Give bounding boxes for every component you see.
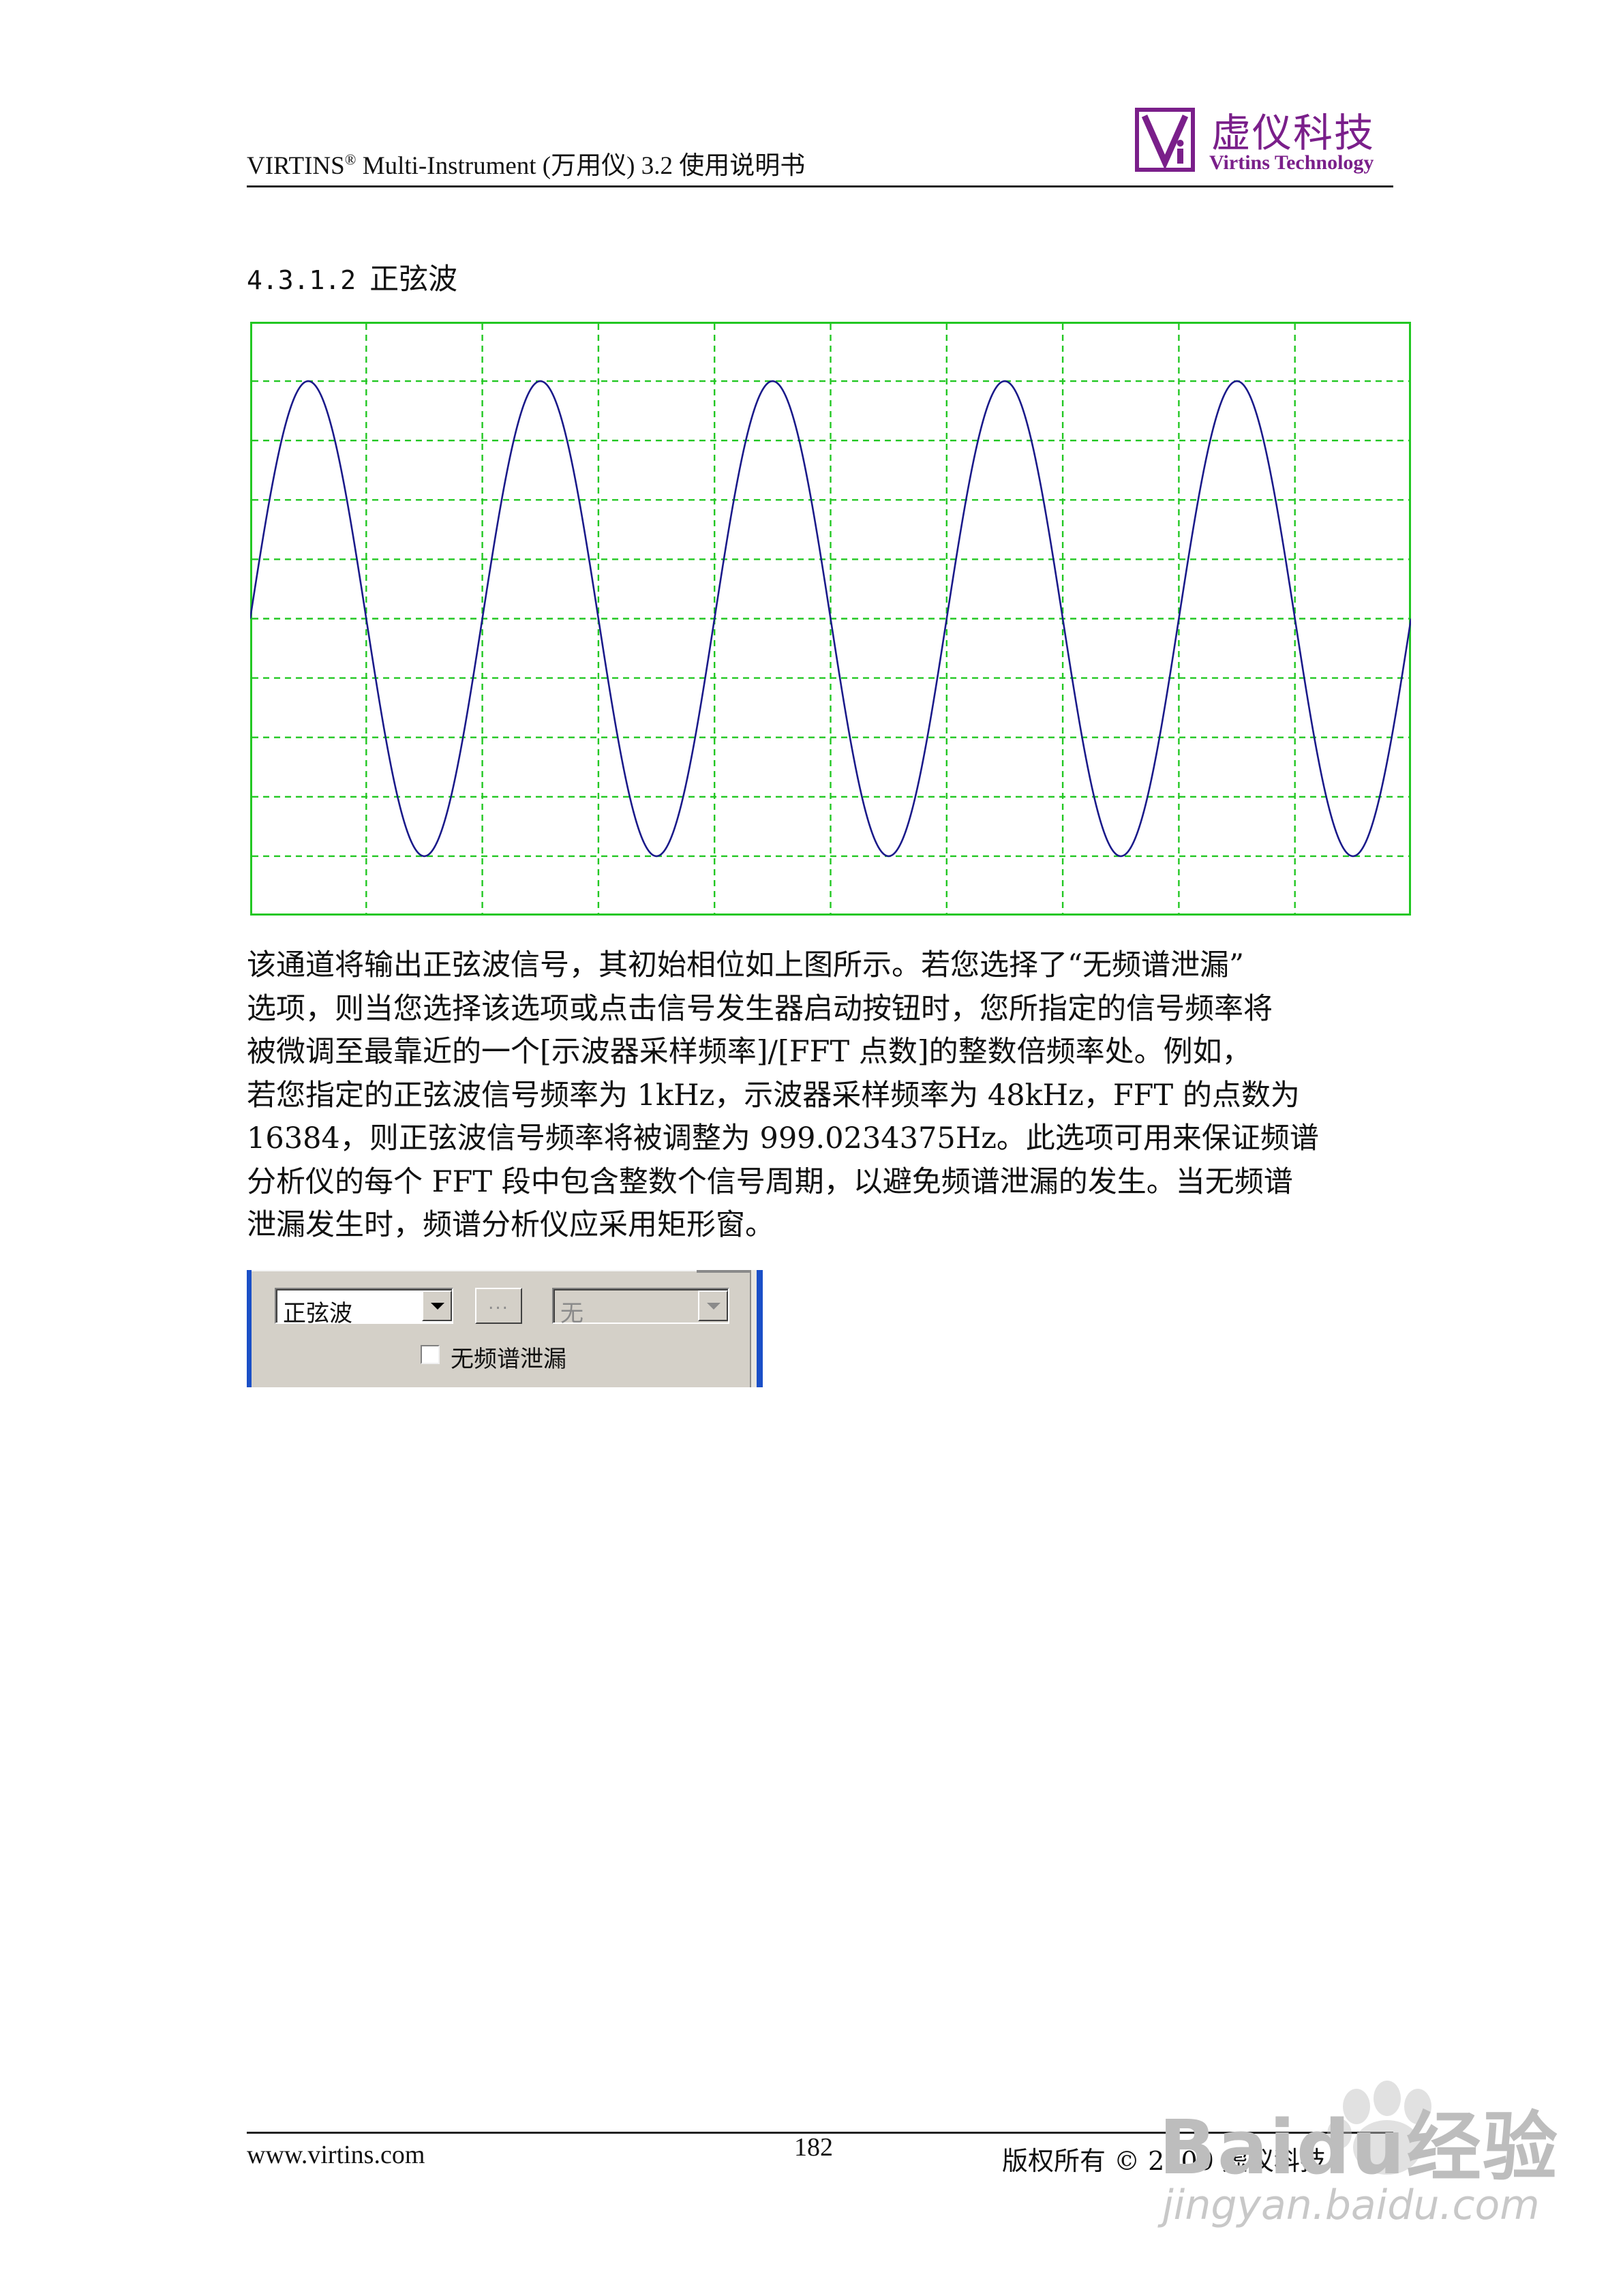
brand-name: VIRTINS <box>247 152 345 180</box>
paragraph-line: 16384，则正弦波信号频率将被调整为 999.0234375Hz。此选项可用来… <box>247 1121 1319 1155</box>
secondary-select-value: 无 <box>560 1300 583 1327</box>
dots-label: ... <box>488 1293 509 1314</box>
section-number: 4.3.1.2 <box>247 265 357 295</box>
waveform-select-value: 正弦波 <box>283 1300 352 1327</box>
logo-chinese-name: 虚仪科技 <box>1211 110 1376 156</box>
paragraph-line: 选项，则当您选择该选项或点击信号发生器启动按钮时，您所指定的信号频率将 <box>247 991 1273 1026</box>
page-number: 182 <box>794 2133 833 2162</box>
sine-wave-plot <box>250 322 1411 916</box>
no-spectrum-leakage-label[interactable]: 无频谱泄漏 <box>451 1340 566 1374</box>
logo-english-name: Virtins Technology <box>1209 151 1374 174</box>
paragraph-line: 被微调至最靠近的一个[示波器采样频率]/[FFT 点数]的整数倍频率处。例如， <box>247 1035 1252 1069</box>
header-divider <box>247 185 1393 187</box>
paragraph-line: 若您指定的正弦波信号频率为 1kHz，示波器采样频率为 48kHz，FFT 的点… <box>247 1078 1300 1113</box>
watermark-text: Baidu经验 <box>1159 2104 1559 2191</box>
header-title: VIRTINS® Multi-Instrument (万用仪) 3.2 使用说明… <box>247 145 805 181</box>
description-paragraph: 该通道将输出正弦波信号，其初始相位如上图所示。若您选择了“无频谱泄漏” 选项，则… <box>247 944 1399 1248</box>
watermark-url: jingyan.baidu.com <box>1162 2181 1540 2229</box>
header-title-rest: Multi-Instrument (万用仪) 3.2 使用说明书 <box>356 152 806 180</box>
waveform-dropdown-button[interactable] <box>422 1290 452 1321</box>
paragraph-line: 泄漏发生时，频谱分析仪应采用矩形窗。 <box>247 1208 774 1242</box>
chevron-down-icon <box>431 1303 444 1310</box>
virtins-logo-icon <box>1135 108 1195 172</box>
no-spectrum-leakage-checkbox[interactable] <box>421 1345 440 1364</box>
panel-right-border <box>757 1270 763 1387</box>
generator-channel-panel: 正弦波 ... 无 无频谱泄漏 <box>247 1270 763 1387</box>
panel-left-border <box>247 1270 252 1387</box>
paragraph-line: 分析仪的每个 FFT 段中包含整数个信号周期，以避免频谱泄漏的发生。当无频谱 <box>247 1164 1293 1199</box>
waveform-options-button[interactable]: ... <box>475 1288 522 1324</box>
secondary-select[interactable]: 无 <box>552 1288 729 1327</box>
paragraph-line: 该通道将输出正弦波信号，其初始相位如上图所示。若您选择了“无频谱泄漏” <box>247 948 1244 982</box>
secondary-dropdown-button[interactable] <box>698 1290 728 1321</box>
registered-mark: ® <box>344 151 357 168</box>
footer-website: www.virtins.com <box>247 2141 425 2169</box>
chevron-down-icon <box>707 1303 721 1310</box>
section-heading: 4.3.1.2 正弦波 <box>247 256 457 298</box>
section-title: 正弦波 <box>369 262 458 297</box>
waveform-select[interactable]: 正弦波 <box>275 1288 453 1327</box>
